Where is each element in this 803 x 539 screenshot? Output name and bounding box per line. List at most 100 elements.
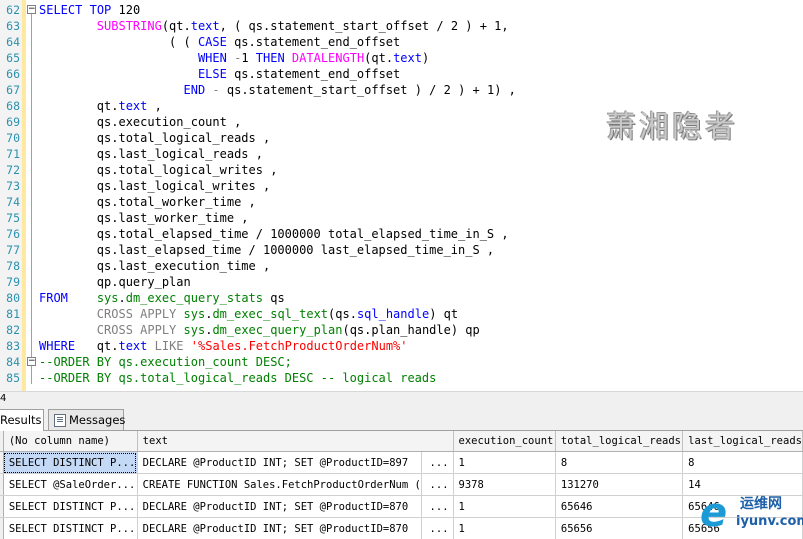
code-token: --ORDER BY qs.execution_count DESC;: [39, 355, 292, 369]
expand-ellipsis[interactable]: ...: [421, 495, 454, 518]
code-text: qs.last_logical_reads ,: [39, 146, 263, 162]
table-cell[interactable]: 8: [555, 451, 684, 474]
tab-messages[interactable]: Messages: [48, 409, 125, 430]
column-header[interactable]: last_logical_reads: [682, 431, 803, 452]
editor-horizontal-scrollbar[interactable]: 4: [0, 391, 803, 406]
table-row[interactable]: SELECT @SaleOrder... CREATE FUNCTION Sale…: [0, 473, 803, 496]
column-header[interactable]: text: [137, 431, 454, 452]
code-token: SELECT: [39, 3, 83, 17]
tab-results-label: Results: [0, 413, 42, 427]
tab-results[interactable]: Results: [0, 409, 44, 431]
line-number: 71: [6, 147, 20, 161]
sql-editor[interactable]: − − 62 SELECT TOP 120 63 SUBSTRING(qt.text…: [0, 0, 803, 393]
table-cell[interactable]: SELECT DISTINCT P...: [3, 495, 138, 518]
code-token: text: [190, 19, 220, 33]
line-number: 84: [6, 355, 20, 369]
logo-name: 运维网: [740, 496, 782, 512]
column-header[interactable]: execution_count: [453, 431, 556, 452]
expand-ellipsis[interactable]: ...: [421, 473, 454, 496]
table-cell[interactable]: DECLARE @ProductID INT; SET @ProductID=8…: [137, 451, 422, 474]
messages-icon: [54, 414, 66, 427]
site-logo: e 运维网 iyunv.com: [700, 490, 803, 539]
code-token: --ORDER BY qs.total_logical_reads DESC -…: [39, 371, 437, 385]
table-cell[interactable]: 65646: [555, 495, 684, 518]
code-token: qs.last_worker_time ,: [39, 211, 249, 225]
line-number: 65: [6, 51, 20, 65]
table-cell[interactable]: 1: [453, 517, 556, 539]
code-token: -: [212, 83, 220, 97]
code-token: qs.statement_end_offset: [226, 67, 401, 81]
code-token: qs.total_worker_time ,: [39, 195, 256, 209]
code-token: DATALENGTH: [291, 51, 365, 65]
table-cell[interactable]: SELECT DISTINCT P...: [3, 517, 138, 539]
line-number: 69: [6, 115, 20, 129]
code-token: qs.last_logical_writes ,: [39, 179, 271, 193]
table-cell[interactable]: 131270: [555, 473, 684, 496]
code-text: WHEN -1 THEN DATALENGTH(qt.text): [39, 50, 429, 66]
code-token: qs.total_elapsed_time / 1000000 total_el…: [39, 227, 509, 241]
code-token: qs.execution_count ,: [39, 115, 242, 129]
code-token: qs.statement_start_offset ) / 2 ) + 1) ,: [219, 83, 516, 97]
code-token: dm_exec_query_stats: [125, 291, 264, 305]
code-token: (qt.: [161, 19, 191, 33]
code-token: text: [118, 99, 148, 113]
line-number: 73: [6, 179, 20, 193]
code-text: qs.last_execution_time ,: [39, 258, 270, 274]
column-header[interactable]: total_logical_reads: [555, 431, 684, 452]
results-grid[interactable]: (No column name) text execution_count to…: [0, 431, 803, 539]
expand-ellipsis[interactable]: ...: [421, 517, 454, 539]
code-text: qs.last_worker_time ,: [39, 210, 249, 226]
table-cell[interactable]: DECLARE @ProductID INT; SET @ProductID=8…: [137, 517, 422, 539]
code-token: ) qt: [429, 307, 459, 321]
table-cell[interactable]: CREATE FUNCTION Sales.FetchProductOrderN…: [137, 473, 422, 496]
code-token: ELSE: [197, 67, 227, 81]
collapse-icon[interactable]: −: [27, 5, 36, 14]
code-token: SUBSTRING: [96, 19, 162, 33]
table-cell[interactable]: DECLARE @ProductID INT; SET @ProductID=8…: [137, 495, 422, 518]
table-row[interactable]: SELECT DISTINCT P... DECLARE @ProductID I…: [0, 517, 803, 539]
table-cell[interactable]: 1: [453, 451, 556, 474]
code-text: qs.total_logical_reads ,: [39, 130, 270, 146]
table-cell[interactable]: 1: [453, 495, 556, 518]
code-token: LIKE: [154, 339, 184, 353]
expand-ellipsis[interactable]: ...: [421, 451, 454, 474]
line-number: 75: [6, 211, 20, 225]
column-header[interactable]: (No column name): [3, 431, 138, 452]
table-cell[interactable]: SELECT @SaleOrder...: [3, 473, 138, 496]
line-number: 77: [6, 243, 20, 257]
collapse-icon[interactable]: −: [27, 357, 36, 366]
table-row[interactable]: SELECT DISTINCT P... DECLARE @ProductID I…: [0, 451, 803, 474]
code-token: qs.last_elapsed_time / 1000000 last_elap…: [39, 243, 495, 257]
line-number: 62: [6, 3, 20, 17]
table-cell[interactable]: SELECT DISTINCT P...: [3, 451, 138, 474]
table-row[interactable]: SELECT DISTINCT P... DECLARE @ProductID I…: [0, 495, 803, 518]
code-text: qs.total_elapsed_time / 1000000 total_el…: [39, 226, 509, 242]
code-token: text: [393, 51, 422, 65]
code-text: CROSS APPLY sys.dm_exec_query_plan(qs.pl…: [39, 322, 480, 338]
code-token: qs.last_execution_time ,: [39, 259, 271, 273]
code-token: qs.last_logical_reads ,: [39, 147, 263, 161]
table-cell[interactable]: 9378: [453, 473, 556, 496]
code-text: FROM sys.dm_exec_query_stats qs: [39, 290, 285, 306]
line-number: 64: [6, 35, 20, 49]
code-token: qt.: [75, 339, 119, 353]
line-number: 81: [6, 307, 20, 321]
zoom-control[interactable]: 4: [0, 392, 14, 406]
code-token: THEN: [255, 51, 285, 65]
code-token: ): [421, 51, 430, 65]
watermark: 萧湘隐者: [606, 110, 738, 145]
table-cell[interactable]: 8: [682, 451, 803, 474]
code-token: qp.query_plan: [39, 275, 191, 289]
table-cell[interactable]: 65656: [555, 517, 684, 539]
code-token: 1: [241, 51, 256, 65]
code-text: SUBSTRING(qt.text, ( qs.statement_start_…: [39, 18, 509, 34]
code-token: (qs.plan_handle) qp: [342, 323, 480, 337]
results-tab-bar: Results Messages: [0, 406, 803, 431]
